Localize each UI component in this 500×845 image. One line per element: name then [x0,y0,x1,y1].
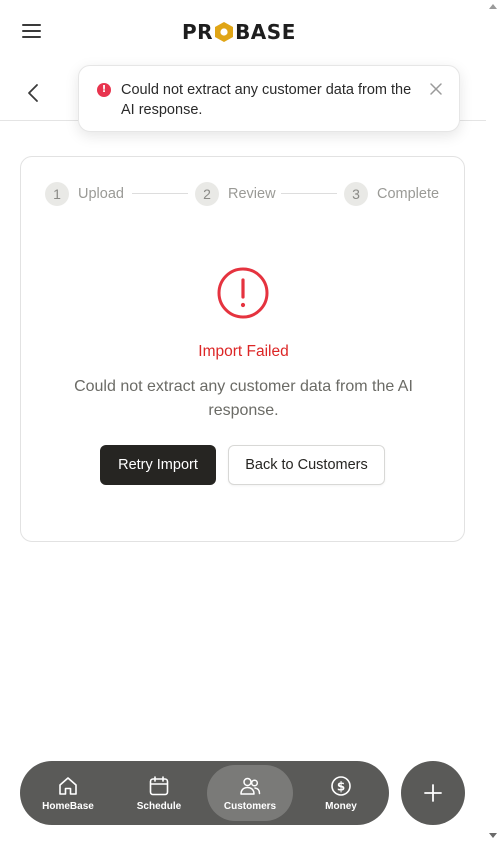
close-icon[interactable] [429,82,443,96]
step-complete: 3 Complete [344,181,439,207]
scroll-up-arrow-icon[interactable] [489,4,497,9]
svg-text:$: $ [337,779,345,793]
error-message: Could not extract any customer data from… [74,378,413,419]
error-circle-icon [217,267,269,319]
probase-logo[interactable]: PR BASE [182,20,296,44]
retry-import-button[interactable]: Retry Import [100,445,216,485]
step-number: 3 [344,182,368,206]
plus-icon [424,784,442,802]
users-icon [240,777,261,795]
nav-label: Money [325,801,357,812]
logo-text-right: BASE [235,20,296,44]
step-connector [132,193,188,194]
chevron-left-icon[interactable] [24,82,42,104]
error-title: Import Failed [198,343,289,360]
add-fab-button[interactable] [401,761,465,825]
nav-label: Schedule [136,801,182,812]
step-number: 1 [45,182,69,206]
logo-hexagon-icon [215,22,234,42]
top-bar: PR BASE [0,0,486,64]
scrollbar[interactable] [486,0,500,845]
error-toast: ! Could not extract any customer data fr… [78,65,460,132]
step-review: 2 Review [195,181,276,207]
step-number: 2 [195,182,219,206]
import-stepper: 1 Upload 2 Review 3 Complete [45,181,445,207]
back-to-customers-button[interactable]: Back to Customers [228,445,385,485]
home-icon [59,777,77,795]
import-card: 1 Upload 2 Review 3 Complete Import Fail… [20,156,465,542]
hamburger-menu-icon[interactable] [22,24,42,40]
nav-label: Customers [223,801,277,812]
calendar-icon [149,776,169,796]
step-connector [281,193,337,194]
step-label: Upload [78,186,124,202]
step-label: Review [228,186,276,202]
dollar-circle-icon: $ [331,776,351,796]
step-label: Complete [377,186,440,202]
scroll-down-arrow-icon[interactable] [489,833,497,838]
logo-text-left: PR [182,20,214,44]
nav-item-homebase[interactable]: HomeBase [25,765,111,821]
nav-label: HomeBase [42,801,94,812]
error-alert-icon: ! [97,83,111,97]
step-upload: 1 Upload [45,181,124,207]
nav-item-customers[interactable]: Customers [207,765,293,821]
nav-item-schedule[interactable]: Schedule [116,765,202,821]
bottom-navigation: HomeBase Schedule Customers $ Money [20,761,389,825]
nav-item-money[interactable]: $ Money [298,765,384,821]
toast-message: Could not extract any customer data from… [121,82,412,118]
